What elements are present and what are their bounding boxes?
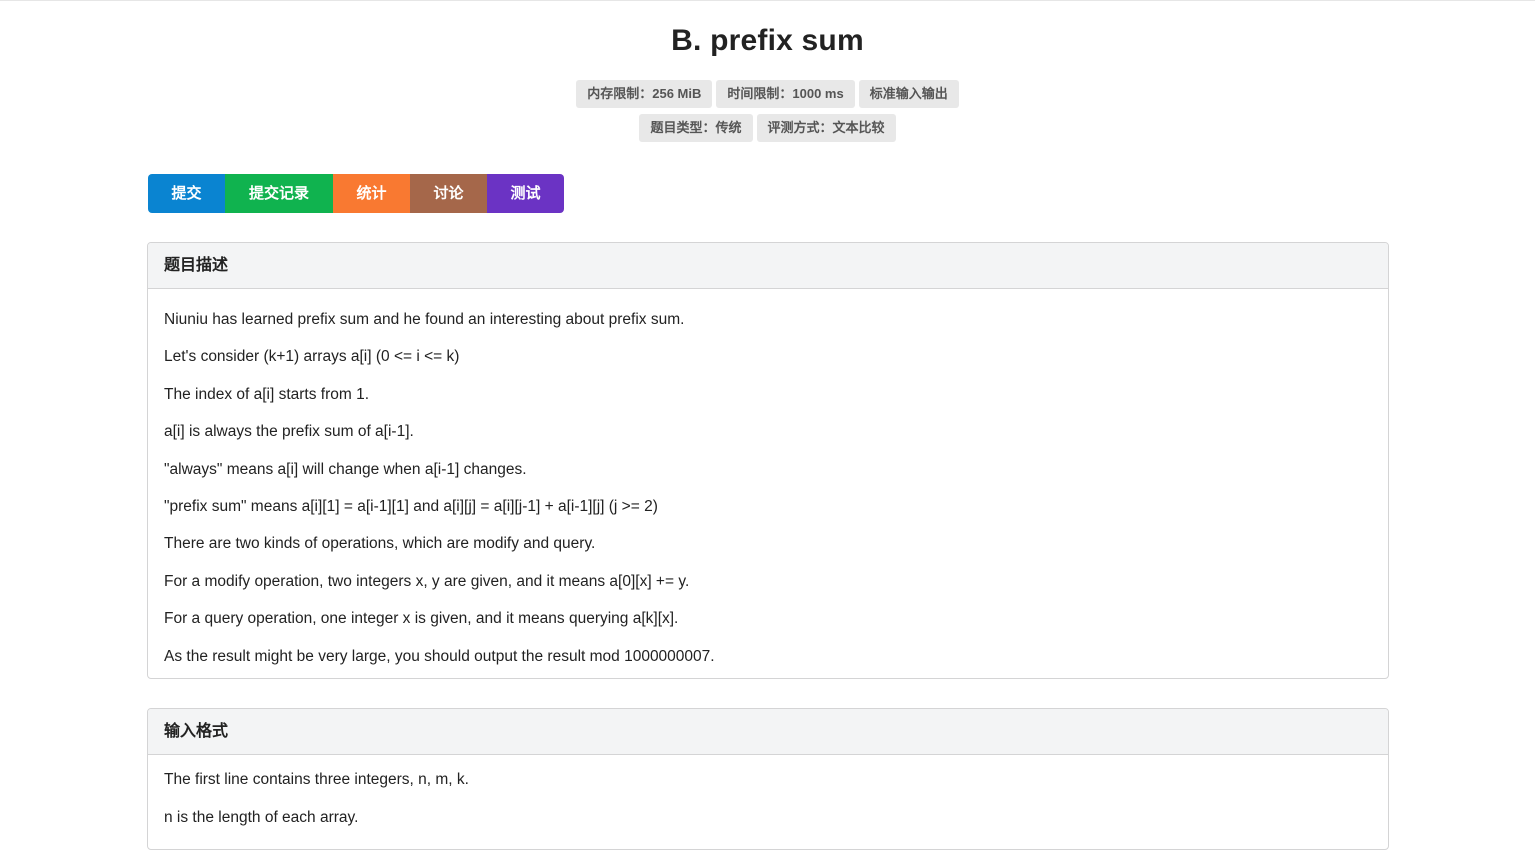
description-heading: 题目描述 xyxy=(148,243,1388,289)
description-line: "always" means a[i] will change when a[i… xyxy=(164,460,527,478)
top-divider xyxy=(0,0,1535,1)
submission-records-button[interactable]: 提交记录 xyxy=(225,174,333,213)
problem-limits-row: 内存限制：256 MiB 时间限制：1000 ms 标准输入输出 xyxy=(0,80,1535,108)
description-body: Niuniu has learned prefix sum and he fou… xyxy=(148,289,1388,678)
test-button[interactable]: 测试 xyxy=(487,174,564,213)
judge-method-label: 评测方式：文本比较 xyxy=(756,114,896,142)
description-line: There are two kinds of operations, which… xyxy=(164,535,596,553)
input-format-line: n is the length of each array. xyxy=(164,809,359,826)
description-line: Niuniu has learned prefix sum and he fou… xyxy=(164,311,685,328)
statistics-button[interactable]: 统计 xyxy=(333,174,410,213)
input-format-heading: 输入格式 xyxy=(148,709,1388,755)
problem-type-label: 题目类型：传统 xyxy=(639,114,753,142)
description-line: For a query operation, one integer x is … xyxy=(164,610,679,628)
memory-limit-label: 内存限制：256 MiB xyxy=(576,80,713,108)
description-line: The index of a[i] starts from 1. xyxy=(164,385,370,403)
time-limit-label: 时间限制：1000 ms xyxy=(716,80,855,108)
description-line: For a modify operation, two integers x, … xyxy=(164,572,690,590)
submit-button[interactable]: 提交 xyxy=(148,174,225,213)
input-format-line: The first line contains three integers, … xyxy=(164,771,469,788)
problem-title: B. prefix sum xyxy=(671,24,864,57)
description-line: a[i] is always the prefix sum of a[i-1]. xyxy=(164,423,414,441)
input-format-body: The first line contains three integers, … xyxy=(148,755,1388,845)
problem-action-buttons: 提交 提交记录 统计 讨论 测试 xyxy=(148,174,564,213)
description-line: "prefix sum" means a[i][1] = a[i-1][1] a… xyxy=(164,498,658,516)
discussion-button[interactable]: 讨论 xyxy=(410,174,487,213)
io-mode-label: 标准输入输出 xyxy=(858,80,959,108)
problem-type-row: 题目类型：传统 评测方式：文本比较 xyxy=(0,114,1535,142)
description-panel: 题目描述 Niuniu has learned prefix sum and h… xyxy=(147,242,1389,679)
description-line: As the result might be very large, you s… xyxy=(164,647,715,665)
description-line: Let's consider (k+1) arrays a[i] (0 <= i… xyxy=(164,348,460,366)
input-format-panel: 输入格式 The first line contains three integ… xyxy=(147,708,1389,850)
